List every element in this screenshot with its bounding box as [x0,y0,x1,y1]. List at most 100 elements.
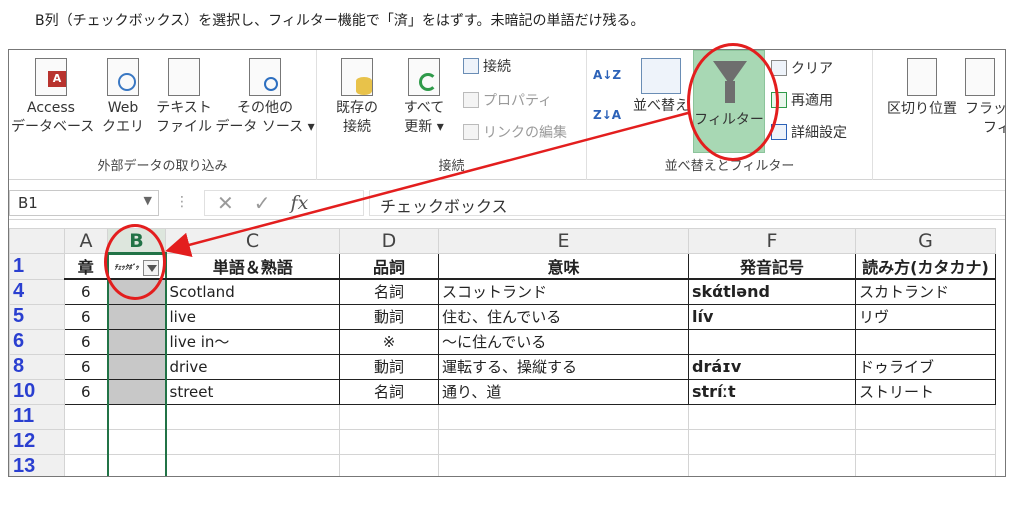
empty-cell[interactable] [688,453,856,476]
select-all-corner[interactable] [9,228,65,254]
cell-pos[interactable]: ※ [339,328,439,355]
properties-button[interactable]: プロパティ [463,90,552,110]
empty-cell[interactable] [165,428,340,455]
column-header-a[interactable]: A [64,228,108,254]
flash-fill-button[interactable]: フラッシ フィル [965,58,1005,138]
row-header[interactable]: 5 [9,303,65,330]
cell-meaning[interactable]: 運転する、操縦する [438,353,689,380]
sort-za-button[interactable]: Z↓A [593,108,621,122]
text-to-columns-button[interactable]: 区切り位置 [879,58,965,119]
column-header-c[interactable]: C [165,228,340,254]
cell-pos[interactable]: 動詞 [339,353,439,380]
row-header[interactable]: 11 [9,403,65,430]
empty-cell[interactable] [339,403,439,430]
cell-pos[interactable]: 名詞 [339,378,439,405]
cell-pronunciation[interactable] [688,328,856,355]
other-sources-button[interactable]: その他の データ ソース ▾ [215,58,315,137]
empty-cell[interactable] [64,453,108,476]
cell-chapter[interactable]: 6 [64,303,108,330]
cell-checkbox[interactable] [106,353,167,380]
name-box[interactable]: B1 ▼ [9,190,159,216]
formula-input[interactable]: チェックボックス [369,190,1005,216]
cell-word[interactable]: Scotland [165,278,340,305]
header-cell-chapter[interactable]: 章 [64,253,108,280]
cell-chapter[interactable]: 6 [64,278,108,305]
row-header[interactable]: 6 [9,328,65,355]
empty-cell[interactable] [64,403,108,430]
row-header[interactable]: 12 [9,428,65,455]
cell-pronunciation[interactable]: skάtlənd [688,278,856,305]
empty-cell[interactable] [106,428,167,455]
cell-chapter[interactable]: 6 [64,353,108,380]
cell-checkbox[interactable] [106,303,167,330]
empty-cell[interactable] [339,453,439,476]
row-header[interactable]: 4 [9,278,65,305]
cell-checkbox[interactable] [106,328,167,355]
empty-cell[interactable] [688,403,856,430]
empty-cell[interactable] [855,403,996,430]
cell-word[interactable]: street [165,378,340,405]
empty-cell[interactable] [855,428,996,455]
row-header[interactable]: 1 [9,253,65,280]
row-header[interactable]: 8 [9,353,65,380]
cell-meaning[interactable]: スコットランド [438,278,689,305]
cell-pronunciation[interactable]: stríːt [688,378,856,405]
cell-chapter[interactable]: 6 [64,378,108,405]
sort-button[interactable]: 並べ替え [631,58,691,116]
cell-pos[interactable]: 動詞 [339,303,439,330]
column-header-d[interactable]: D [339,228,439,254]
insert-function-icon[interactable]: fx [291,192,309,214]
row-header[interactable]: 13 [9,453,65,476]
text-file-button[interactable]: テキスト ファイル [151,58,217,137]
edit-links-button[interactable]: リンクの編集 [463,122,567,142]
cell-reading[interactable]: リヴ [855,303,996,330]
connections-button[interactable]: 接続 [463,56,511,76]
column-header-g[interactable]: G [855,228,996,254]
cell-meaning[interactable]: 住む、住んでいる [438,303,689,330]
column-header-e[interactable]: E [438,228,689,254]
header-cell-pos[interactable]: 品詞 [339,253,439,280]
cell-word[interactable]: live in〜 [165,328,340,355]
empty-cell[interactable] [438,403,689,430]
cell-chapter[interactable]: 6 [64,328,108,355]
header-cell-word[interactable]: 単語＆熟語 [165,253,340,280]
chevron-down-icon[interactable]: ▼ [144,194,152,207]
header-cell-reading[interactable]: 読み方(カタカナ) [855,253,996,280]
cell-checkbox[interactable] [106,378,167,405]
cell-word[interactable]: drive [165,353,340,380]
row-header[interactable]: 10 [9,378,65,405]
clear-filter-button[interactable]: クリア [771,58,833,78]
empty-cell[interactable] [165,403,340,430]
empty-cell[interactable] [855,453,996,476]
empty-cell[interactable] [339,428,439,455]
cell-reading[interactable]: ドゥライブ [855,353,996,380]
cell-word[interactable]: live [165,303,340,330]
empty-cell[interactable] [165,453,340,476]
empty-cell[interactable] [438,428,689,455]
cell-meaning[interactable]: 〜に住んでいる [438,328,689,355]
enter-icon[interactable]: ✓ [254,191,271,215]
empty-cell[interactable] [106,403,167,430]
cell-pronunciation[interactable]: lív [688,303,856,330]
column-header-f[interactable]: F [688,228,856,254]
sort-az-button[interactable]: A↓Z [593,68,621,82]
cancel-icon[interactable]: ✕ [217,191,234,215]
existing-connections-button[interactable]: 既存の 接続 [327,58,387,137]
advanced-filter-button[interactable]: 詳細設定 [771,122,847,142]
cell-reading[interactable] [855,328,996,355]
cell-meaning[interactable]: 通り、道 [438,378,689,405]
cell-reading[interactable]: スカトランド [855,278,996,305]
refresh-all-button[interactable]: すべて 更新 ▾ [399,58,449,137]
cell-pronunciation[interactable]: dráɪv [688,353,856,380]
empty-cell[interactable] [106,453,167,476]
empty-cell[interactable] [64,428,108,455]
empty-cell[interactable] [438,453,689,476]
empty-cell[interactable] [688,428,856,455]
cell-reading[interactable]: ストリート [855,378,996,405]
access-button[interactable]: A Access データベース [11,58,94,137]
header-cell-pronunciation[interactable]: 発音記号 [688,253,856,280]
header-cell-meaning[interactable]: 意味 [438,253,689,280]
reapply-button[interactable]: 再適用 [771,90,833,110]
cell-pos[interactable]: 名詞 [339,278,439,305]
web-query-button[interactable]: Web クエリ [97,58,149,137]
